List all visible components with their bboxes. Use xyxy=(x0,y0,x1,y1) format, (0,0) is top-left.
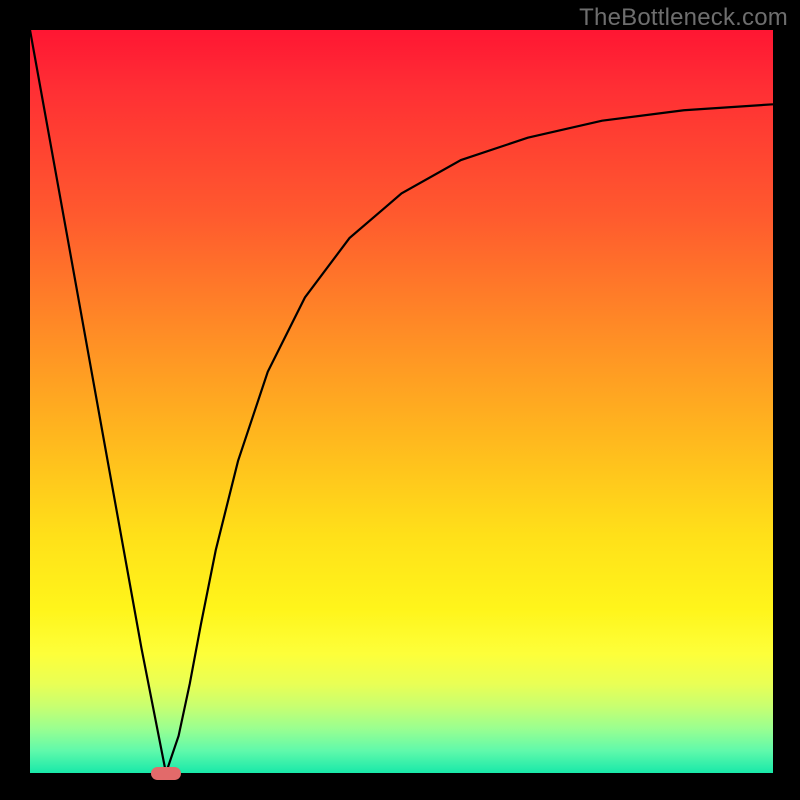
bottleneck-curve xyxy=(30,30,773,773)
optimum-marker xyxy=(151,767,181,780)
watermark-text: TheBottleneck.com xyxy=(579,4,788,32)
plot-area xyxy=(30,30,773,773)
figure-container: TheBottleneck.com xyxy=(0,0,800,800)
